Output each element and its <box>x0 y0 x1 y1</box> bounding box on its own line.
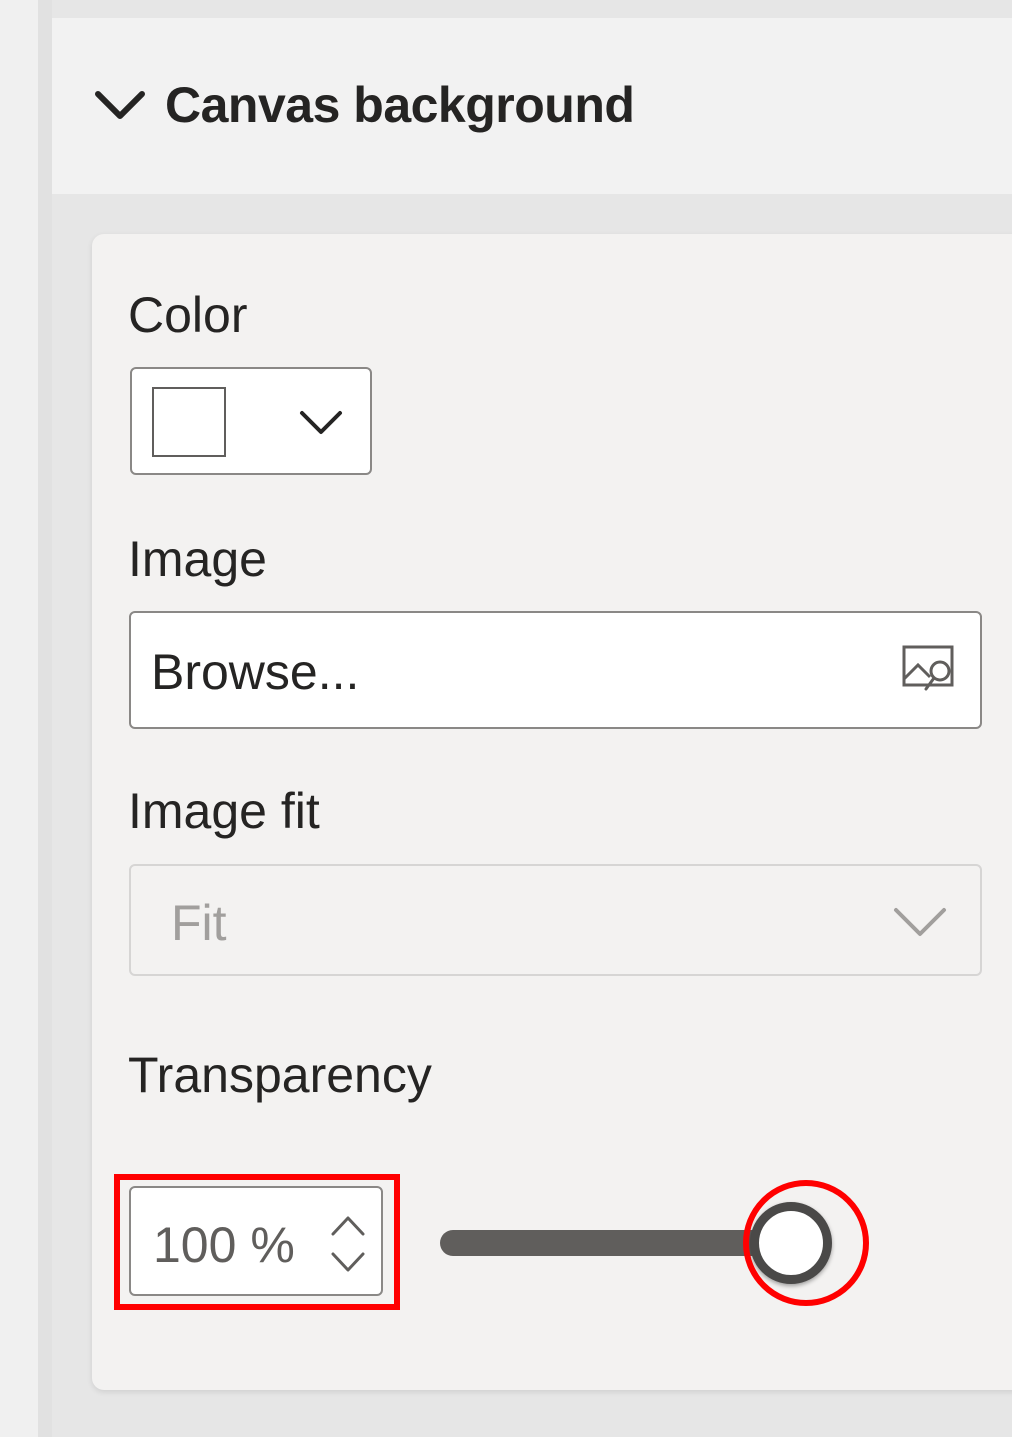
color-picker-button[interactable] <box>130 367 372 475</box>
color-swatch <box>152 387 226 457</box>
color-label: Color <box>128 287 248 343</box>
canvas-background-card: Color Image Browse... Image fit Fit Tran <box>92 234 1012 1390</box>
chevron-down-icon <box>894 908 946 936</box>
image-fit-value: Fit <box>171 895 227 951</box>
chevron-down-icon[interactable] <box>90 74 150 134</box>
pane-left-edge <box>0 0 38 1437</box>
canvas-background-header[interactable]: Canvas background <box>52 18 1012 194</box>
transparency-input[interactable]: 100 % <box>129 1186 383 1296</box>
slider-thumb-highlight <box>743 1180 869 1306</box>
image-fit-dropdown[interactable]: Fit <box>129 864 982 976</box>
image-browse-field[interactable]: Browse... <box>129 611 982 729</box>
image-label: Image <box>128 531 267 587</box>
transparency-label: Transparency <box>128 1047 432 1103</box>
browse-text: Browse... <box>151 644 360 700</box>
pane-divider <box>38 0 52 1437</box>
image-fit-label: Image fit <box>128 783 320 839</box>
format-pane: Canvas background Color Image Browse... … <box>0 0 1012 1437</box>
browse-image-icon[interactable] <box>900 641 960 697</box>
chevron-down-icon <box>300 411 342 434</box>
section-title: Canvas background <box>165 77 635 133</box>
transparency-value[interactable]: 100 % <box>153 1216 295 1274</box>
spin-arrows-icon[interactable] <box>327 1204 369 1284</box>
